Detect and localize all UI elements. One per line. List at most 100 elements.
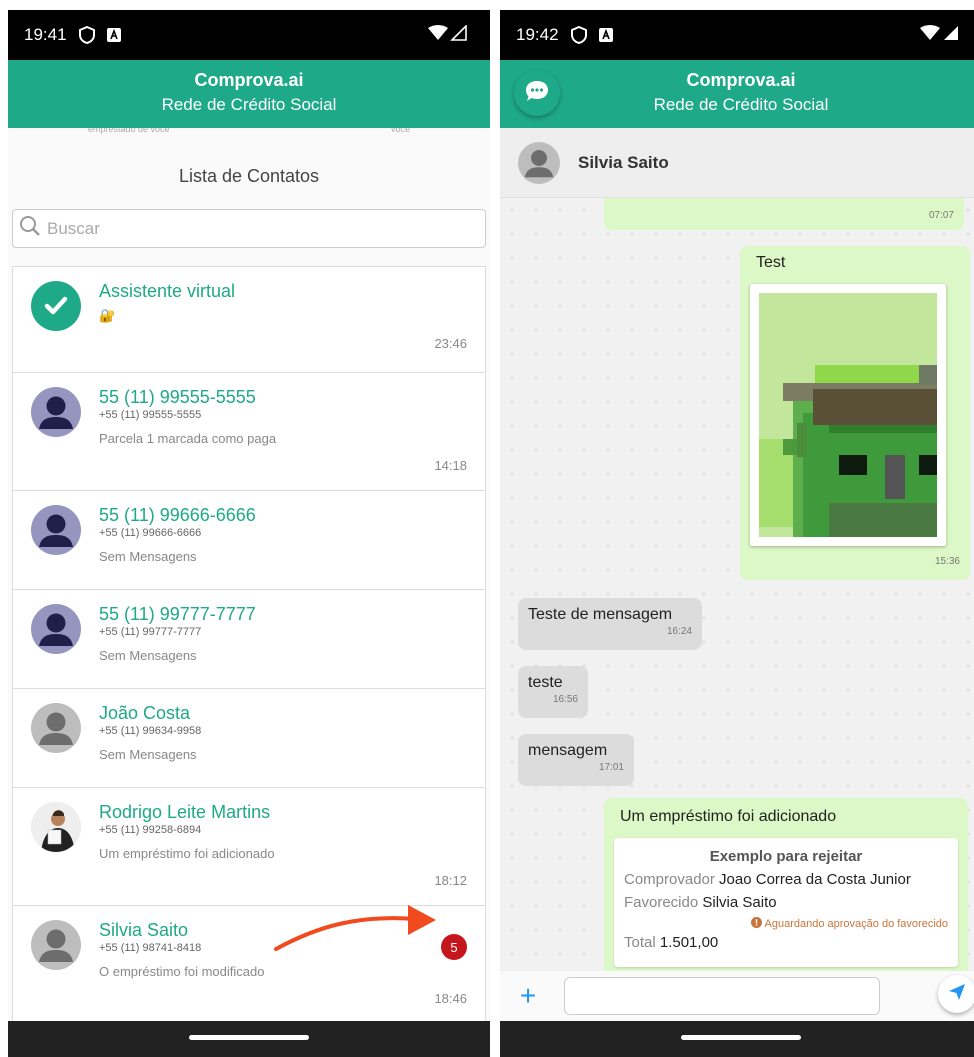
outgoing-message[interactable]: 07:07: [604, 198, 964, 230]
contact-item-joao-costa[interactable]: João Costa +55 (11) 99634-9958 Sem Mensa…: [13, 689, 485, 788]
chat-bubble-icon: [524, 79, 550, 108]
scrolled-text-a: empréstado de você: [88, 128, 170, 134]
lock-icon: 🔐: [99, 308, 116, 323]
message-time: 17:01: [598, 762, 624, 773]
scrolled-text-b: você: [390, 128, 410, 134]
contact-name: Assistente virtual: [99, 281, 236, 301]
contact-time: 18:12: [434, 873, 467, 888]
loan-comprovador-value: Joao Correa da Costa Junior: [719, 871, 911, 888]
image-attachment[interactable]: [750, 284, 946, 546]
contact-time: 14:18: [434, 458, 467, 473]
status-bar: 19:42: [500, 10, 974, 60]
contact-phone: +55 (11) 99555-5555: [99, 409, 202, 421]
contact-phone: +55 (11) 99666-6666: [99, 527, 202, 539]
app-title: Comprova.ai: [686, 70, 796, 90]
contact-last-message: Sem Mensagens: [99, 747, 197, 762]
outgoing-loan-message[interactable]: Um empréstimo foi adicionado Exemplo par…: [604, 798, 968, 971]
person-icon: [31, 505, 81, 555]
outgoing-image-message[interactable]: Test 15:36: [740, 246, 970, 580]
notification-a-icon: [106, 28, 121, 42]
loan-favorecido-value: Silvia Saito: [702, 894, 777, 911]
chat-screen: 19:42 Comprova.ai Rede de Crédito Social: [500, 10, 974, 1057]
incoming-message[interactable]: mensagem 17:01: [518, 734, 634, 786]
contact-name: Silvia Saito: [99, 920, 189, 940]
contact-name: 55 (11) 99555-5555: [99, 387, 256, 407]
search-icon: [19, 215, 41, 242]
app-subtitle: Rede de Crédito Social: [161, 95, 337, 114]
loan-card[interactable]: Exemplo para rejeitar Comprovador Joao C…: [614, 838, 958, 967]
contacts-list-title: Lista de Contatos: [178, 166, 320, 186]
message-time: 16:24: [666, 626, 692, 637]
contact-item-silvia-saito[interactable]: Silvia Saito +55 (11) 98741-8418 O empré…: [13, 906, 485, 1024]
pixel-art-image: [759, 293, 937, 537]
app-header: Comprova.ai Rede de Crédito Social: [500, 60, 974, 128]
loan-total-value: 1.501,00: [659, 934, 719, 951]
contact-item-rodrigo-leite-martins[interactable]: Rodrigo Leite Martins +55 (11) 99258-689…: [13, 788, 485, 906]
loan-favorecido-row: Favorecido Silvia Saito: [624, 894, 948, 911]
shield-icon: [570, 26, 587, 44]
contact-item-assistente-virtual[interactable]: Assistente virtual 🔐 23:46: [13, 267, 485, 373]
loan-total-label: Total: [624, 934, 656, 951]
contact-name: Rodrigo Leite Martins: [99, 802, 271, 822]
loan-favorecido-label: Favorecido: [624, 894, 699, 911]
add-attachment-button[interactable]: +: [516, 982, 540, 1010]
app-subtitle: Rede de Crédito Social: [653, 95, 829, 114]
status-bar: 19:41: [8, 10, 490, 60]
incoming-message[interactable]: teste 16:56: [518, 666, 588, 718]
message-time: 16:56: [552, 694, 578, 705]
chat-bubble-button[interactable]: [514, 70, 560, 116]
notification-a-icon: [598, 28, 613, 42]
wifi-icon: [428, 24, 448, 46]
contact-name: 55 (11) 99666-6666: [99, 505, 256, 525]
contact-item-99555[interactable]: 55 (11) 99555-5555 +55 (11) 99555-5555 P…: [13, 373, 485, 491]
contact-phone: +55 (11) 99777-7777: [99, 626, 202, 638]
contact-phone: +55 (11) 99258-6894: [99, 824, 202, 836]
contact-last-message: Um empréstimo foi adicionado: [99, 846, 275, 861]
message-text: teste: [528, 674, 563, 691]
contact-item-99777[interactable]: 55 (11) 99777-7777 +55 (11) 99777-7777 S…: [13, 590, 485, 689]
unread-badge: 5: [441, 934, 467, 960]
message-time: 07:07: [928, 210, 954, 221]
contact-name: João Costa: [99, 703, 191, 723]
search-input[interactable]: Buscar: [12, 209, 486, 248]
incoming-message[interactable]: Teste de mensagem 16:24: [518, 598, 702, 650]
chat-contact-name: Silvia Saito: [578, 152, 669, 172]
person-icon: [31, 604, 81, 654]
navigation-bar: [500, 1021, 974, 1057]
contact-last-message: Sem Mensagens: [99, 648, 197, 663]
loan-comprovador-row: Comprovador Joao Correa da Costa Junior: [624, 871, 948, 888]
signal-icon: [942, 25, 960, 46]
message-time: 15:36: [934, 556, 960, 567]
contact-item-99666[interactable]: 55 (11) 99666-6666 +55 (11) 99666-6666 S…: [13, 491, 485, 590]
avatar-photo: [31, 802, 81, 852]
message-text: Test: [756, 254, 786, 271]
contact-last-message: O empréstimo foi modificado: [99, 964, 265, 979]
check-icon: [31, 281, 81, 331]
message-list: 07:07 Test 15:36 Teste de mensagem 16:24…: [500, 198, 974, 971]
home-gesture-pill[interactable]: [189, 1035, 309, 1040]
contacts-screen: 19:41 Comprova.ai Rede de Crédito Social…: [8, 10, 490, 1057]
loan-title: Exemplo para rejeitar: [709, 848, 863, 865]
scrolled-content: empréstado de você você: [8, 128, 490, 134]
message-input[interactable]: [564, 977, 880, 1015]
contact-last-message: Sem Mensagens: [99, 549, 197, 564]
status-time: 19:42: [516, 25, 559, 44]
contact-phone: +55 (11) 98741-8418: [99, 942, 202, 954]
contact-time: 18:46: [434, 991, 467, 1006]
wifi-icon: [920, 24, 940, 46]
loan-comprovador-label: Comprovador: [624, 871, 715, 888]
person-icon: [31, 920, 81, 970]
person-icon: [518, 141, 560, 184]
loan-status: Aguardando aprovação do favorecido: [624, 917, 948, 930]
contacts-list: Assistente virtual 🔐 23:46 55 (11) 99555…: [12, 266, 486, 1025]
signal-icon: [450, 23, 468, 46]
home-gesture-pill[interactable]: [681, 1035, 801, 1040]
chat-contact-header[interactable]: Silvia Saito: [500, 128, 974, 198]
loan-total-row: Total 1.501,00: [624, 934, 948, 951]
message-composer: +: [500, 971, 974, 1021]
person-icon: [31, 703, 81, 753]
alert-icon: [751, 917, 764, 930]
search-placeholder: Buscar: [47, 218, 100, 238]
send-button[interactable]: [938, 975, 974, 1013]
contact-time: 23:46: [434, 336, 467, 351]
